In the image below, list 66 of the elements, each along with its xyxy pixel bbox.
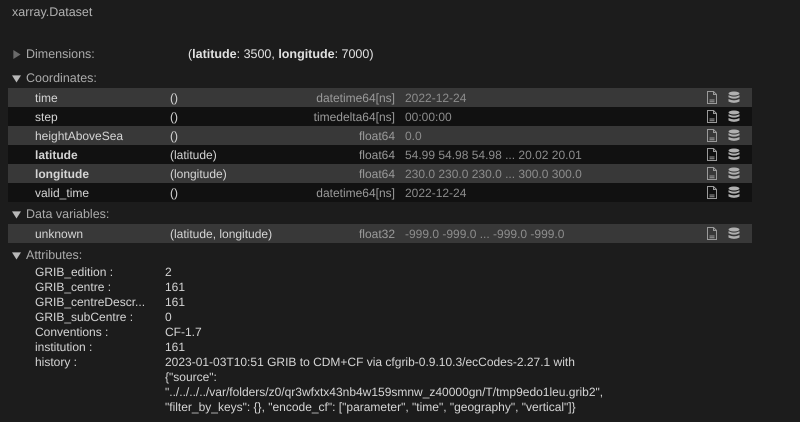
database-icon[interactable] bbox=[728, 129, 740, 142]
attribute-value: 0 bbox=[165, 310, 173, 325]
document-icon[interactable] bbox=[706, 227, 718, 240]
database-icon[interactable] bbox=[728, 148, 740, 161]
database-icon[interactable] bbox=[728, 91, 740, 104]
variable-preview: 00:00:00 bbox=[404, 110, 453, 124]
attribute-name: GRIB_edition : bbox=[35, 265, 114, 280]
variable-preview: 2022-12-24 bbox=[404, 186, 468, 200]
attribute-name: GRIB_centre : bbox=[35, 280, 112, 295]
section-label[interactable]: Dimensions: bbox=[26, 47, 188, 61]
attribute-name: GRIB_centreDescr... bbox=[35, 295, 146, 310]
database-icon[interactable] bbox=[728, 110, 740, 123]
variable-dims: () bbox=[170, 90, 179, 104]
attribute-value: 161 bbox=[165, 340, 186, 355]
variable-dtype: float32 bbox=[358, 226, 395, 240]
variable-preview: 2022-12-24 bbox=[404, 90, 468, 104]
variable-preview: -999.0 -999.0 ... -999.0 -999.0 bbox=[404, 226, 566, 240]
variable-dtype: float64 bbox=[358, 166, 395, 180]
attribute-name: GRIB_subCentre : bbox=[35, 310, 134, 325]
variable-name: latitude bbox=[34, 148, 79, 162]
document-icon[interactable] bbox=[706, 110, 718, 123]
attribute-value: CF-1.7 bbox=[165, 325, 203, 340]
variable-name: step bbox=[34, 110, 59, 124]
variable-dims: (latitude) bbox=[170, 148, 218, 162]
variable-dtype: timedelta64[ns] bbox=[312, 110, 395, 124]
database-icon[interactable] bbox=[728, 167, 740, 180]
collapse-triangle-icon[interactable] bbox=[12, 250, 21, 260]
document-icon[interactable] bbox=[706, 186, 718, 199]
attribute-value: 2023-01-03T10:51 GRIB to CDM+CF via cfgrib-0.9.10.3/ecCodes-2.27.1 with {"source": "../../../../var/folders/z0/qr3wfxtx43nb4w159smnw_z40000gn/T/tmp9edo1leu.grib2", "filter_by_keys": {}, "encode_cf": ["parameter", "time", "geography", "vertical"]} bbox=[165, 355, 604, 415]
dataset-title: xarray.Dataset bbox=[11, 4, 94, 21]
variable-name: heightAboveSea bbox=[34, 128, 124, 142]
database-icon[interactable] bbox=[728, 186, 740, 199]
attribute-value: 161 bbox=[165, 295, 186, 310]
variable-dims: () bbox=[170, 128, 179, 142]
document-icon[interactable] bbox=[706, 148, 718, 161]
variable-name: time bbox=[34, 90, 59, 104]
variable-dtype: float64 bbox=[358, 128, 395, 142]
collapse-triangle-icon[interactable] bbox=[12, 210, 21, 218]
expand-triangle-icon[interactable] bbox=[12, 50, 21, 58]
variable-preview: 230.0 230.0 230.0 ... 300.0 300.0 bbox=[404, 166, 583, 180]
section-label[interactable]: Attributes: bbox=[26, 248, 188, 262]
variable-dims: () bbox=[170, 110, 179, 124]
section-label[interactable]: Coordinates: bbox=[26, 71, 188, 85]
attribute-name: history : bbox=[35, 355, 78, 371]
variable-preview: 54.99 54.98 54.98 ... 20.02 20.01 bbox=[404, 148, 583, 162]
document-icon[interactable] bbox=[706, 91, 718, 104]
attribute-value: 161 bbox=[165, 280, 186, 295]
collapse-triangle-icon[interactable] bbox=[12, 74, 21, 82]
document-icon[interactable] bbox=[706, 129, 718, 142]
attribute-value: 2 bbox=[165, 265, 173, 280]
database-icon[interactable] bbox=[728, 227, 740, 240]
variable-name: valid_time bbox=[34, 186, 90, 200]
variable-preview: 0.0 bbox=[404, 128, 423, 142]
dimensions-value: (latitude: 3500, longitude: 7000) bbox=[188, 47, 374, 61]
document-icon[interactable] bbox=[706, 167, 718, 180]
variable-name: longitude bbox=[34, 166, 90, 180]
variable-dtype: datetime64[ns] bbox=[315, 90, 395, 104]
variable-dtype: datetime64[ns] bbox=[315, 186, 395, 200]
variable-dims: (longitude) bbox=[170, 166, 228, 180]
variable-dtype: float64 bbox=[358, 148, 395, 162]
attribute-name: institution : bbox=[35, 340, 94, 355]
variable-name: unknown bbox=[34, 226, 84, 240]
variable-dims: (latitude, longitude) bbox=[170, 226, 274, 240]
variable-dims: () bbox=[170, 186, 179, 200]
section-label[interactable]: Data variables: bbox=[26, 207, 188, 221]
attribute-name: Conventions : bbox=[35, 325, 110, 340]
